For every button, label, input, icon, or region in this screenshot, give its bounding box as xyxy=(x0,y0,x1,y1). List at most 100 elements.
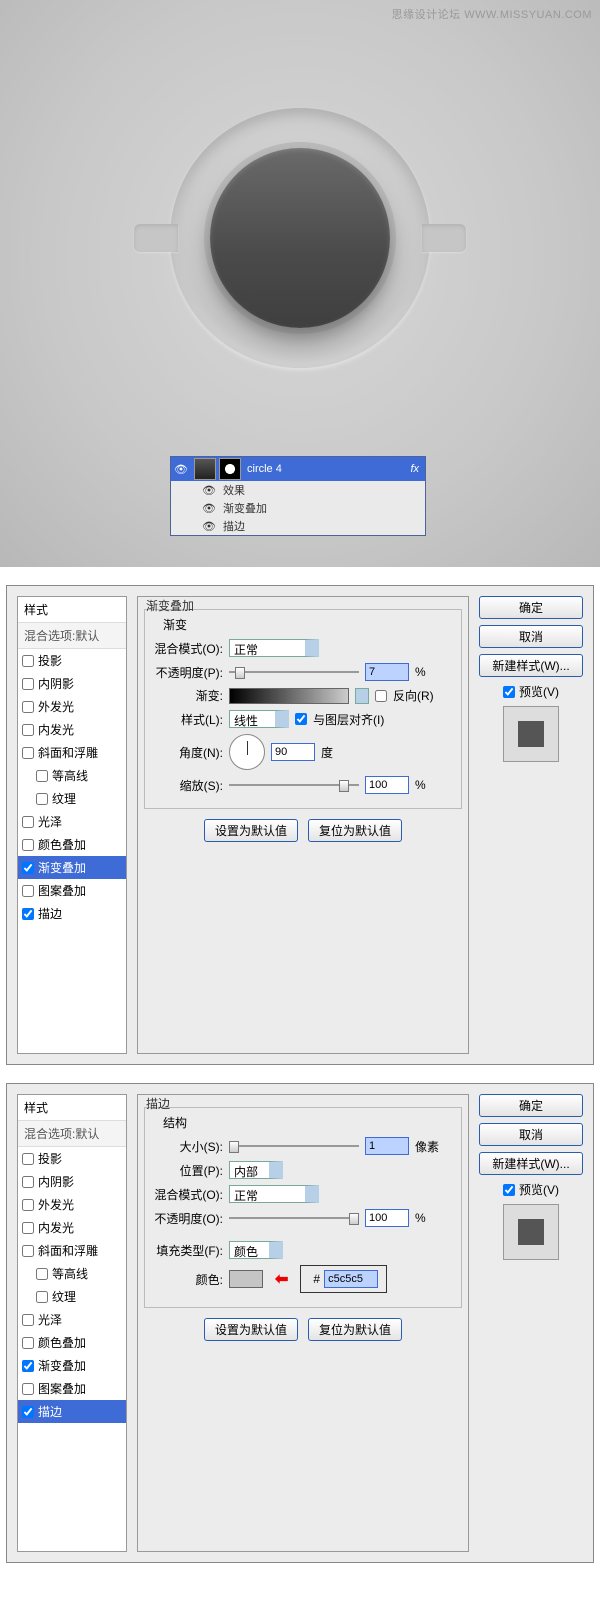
size-input[interactable] xyxy=(365,1137,409,1155)
visibility-toggle-icon[interactable]: 👁 xyxy=(171,463,191,476)
blend-mode-select[interactable]: 正常 xyxy=(229,1185,319,1203)
style-checkbox[interactable] xyxy=(22,908,34,920)
scale-input[interactable] xyxy=(365,776,409,794)
style-item-stroke[interactable]: 描边 xyxy=(18,1400,126,1423)
blend-mode-select[interactable]: 正常 xyxy=(229,639,319,657)
set-default-button[interactable]: 设置为默认值 xyxy=(204,1318,298,1341)
opacity-slider[interactable] xyxy=(229,1212,359,1224)
style-checkbox[interactable] xyxy=(22,724,34,736)
style-item-outer-glow[interactable]: 外发光 xyxy=(18,1193,126,1216)
reset-default-button[interactable]: 复位为默认值 xyxy=(308,1318,402,1341)
style-item-texture[interactable]: 纹理 xyxy=(18,787,126,810)
style-item-color-overlay[interactable]: 颜色叠加 xyxy=(18,1331,126,1354)
angle-dial[interactable] xyxy=(229,734,265,770)
style-checkbox[interactable] xyxy=(22,839,34,851)
style-item-pattern-overlay[interactable]: 图案叠加 xyxy=(18,1377,126,1400)
style-checkbox[interactable] xyxy=(22,885,34,897)
fill-type-select[interactable]: 颜色 xyxy=(229,1241,283,1259)
ok-button[interactable]: 确定 xyxy=(479,596,583,619)
style-checkbox[interactable] xyxy=(22,862,34,874)
angle-input[interactable] xyxy=(271,743,315,761)
style-checkbox[interactable] xyxy=(22,1383,34,1395)
style-item-inner-glow[interactable]: 内发光 xyxy=(18,1216,126,1239)
effect-row[interactable]: 👁 描边 xyxy=(171,517,425,535)
style-checkbox[interactable] xyxy=(22,1314,34,1326)
effects-header-row[interactable]: 👁 效果 xyxy=(171,481,425,499)
visibility-toggle-icon[interactable]: 👁 xyxy=(201,520,217,533)
styles-header[interactable]: 样式 xyxy=(18,1095,126,1121)
style-item-contour[interactable]: 等高线 xyxy=(18,764,126,787)
style-item-pattern-overlay[interactable]: 图案叠加 xyxy=(18,879,126,902)
new-style-button[interactable]: 新建样式(W)... xyxy=(479,654,583,677)
gradient-style-select[interactable]: 线性 xyxy=(229,710,289,728)
opacity-input[interactable] xyxy=(365,663,409,681)
reset-default-button[interactable]: 复位为默认值 xyxy=(308,819,402,842)
effect-row[interactable]: 👁 渐变叠加 xyxy=(171,499,425,517)
angle-label: 角度(N): xyxy=(153,744,223,761)
color-swatch[interactable] xyxy=(229,1270,263,1288)
style-checkbox[interactable] xyxy=(22,1199,34,1211)
layer-mask-thumbnail[interactable] xyxy=(219,458,241,480)
style-checkbox[interactable] xyxy=(22,816,34,828)
style-checkbox[interactable] xyxy=(22,1337,34,1349)
blend-options-header[interactable]: 混合选项:默认 xyxy=(18,623,126,649)
style-checkbox[interactable] xyxy=(22,1153,34,1165)
style-item-contour[interactable]: 等高线 xyxy=(18,1262,126,1285)
reverse-checkbox[interactable] xyxy=(375,690,387,702)
position-select[interactable]: 内部 xyxy=(229,1161,283,1179)
style-checkbox[interactable] xyxy=(22,1406,34,1418)
styles-header[interactable]: 样式 xyxy=(18,597,126,623)
style-item-drop-shadow[interactable]: 投影 xyxy=(18,649,126,672)
opacity-slider[interactable] xyxy=(229,666,359,678)
style-item-drop-shadow[interactable]: 投影 xyxy=(18,1147,126,1170)
visibility-toggle-icon[interactable]: 👁 xyxy=(201,502,217,515)
layer-row-selected[interactable]: 👁 circle 4 fx xyxy=(171,457,425,481)
fx-badge[interactable]: fx xyxy=(410,463,419,475)
style-checkbox[interactable] xyxy=(22,655,34,667)
style-checkbox[interactable] xyxy=(22,701,34,713)
style-checkbox[interactable] xyxy=(22,1176,34,1188)
cancel-button[interactable]: 取消 xyxy=(479,1123,583,1146)
style-item-bevel-emboss[interactable]: 斜面和浮雕 xyxy=(18,1239,126,1262)
style-item-gradient-overlay[interactable]: 渐变叠加 xyxy=(18,1354,126,1377)
scale-slider[interactable] xyxy=(229,779,359,791)
preview-checkbox[interactable] xyxy=(503,1184,515,1196)
style-item-stroke[interactable]: 描边 xyxy=(18,902,126,925)
style-checkbox[interactable] xyxy=(36,793,48,805)
cancel-button[interactable]: 取消 xyxy=(479,625,583,648)
style-checkbox[interactable] xyxy=(22,1222,34,1234)
blend-options-header[interactable]: 混合选项:默认 xyxy=(18,1121,126,1147)
ok-button[interactable]: 确定 xyxy=(479,1094,583,1117)
style-item-inner-shadow[interactable]: 内阴影 xyxy=(18,1170,126,1193)
gradient-dropdown-icon[interactable] xyxy=(355,688,369,704)
style-item-satin[interactable]: 光泽 xyxy=(18,810,126,833)
style-item-inner-shadow[interactable]: 内阴影 xyxy=(18,672,126,695)
style-item-color-overlay[interactable]: 颜色叠加 xyxy=(18,833,126,856)
style-item-texture[interactable]: 纹理 xyxy=(18,1285,126,1308)
style-checkbox[interactable] xyxy=(36,1268,48,1280)
style-item-outer-glow[interactable]: 外发光 xyxy=(18,695,126,718)
style-checkbox[interactable] xyxy=(36,1291,48,1303)
style-item-gradient-overlay[interactable]: 渐变叠加 xyxy=(18,856,126,879)
layer-thumbnail[interactable] xyxy=(194,458,216,480)
size-slider[interactable] xyxy=(229,1140,359,1152)
knob-tab-left xyxy=(134,224,178,252)
style-checkbox[interactable] xyxy=(36,770,48,782)
layer-name[interactable]: circle 4 xyxy=(247,463,282,475)
preview-checkbox[interactable] xyxy=(503,686,515,698)
style-checkbox[interactable] xyxy=(22,1360,34,1372)
style-checkbox[interactable] xyxy=(22,678,34,690)
gradient-swatch[interactable] xyxy=(229,688,349,704)
style-item-satin[interactable]: 光泽 xyxy=(18,1308,126,1331)
style-checkbox[interactable] xyxy=(22,1245,34,1257)
visibility-toggle-icon[interactable]: 👁 xyxy=(201,484,217,497)
hex-input[interactable] xyxy=(324,1270,378,1288)
opacity-input[interactable] xyxy=(365,1209,409,1227)
style-item-inner-glow[interactable]: 内发光 xyxy=(18,718,126,741)
new-style-button[interactable]: 新建样式(W)... xyxy=(479,1152,583,1175)
preview-swatch xyxy=(503,1204,559,1260)
style-checkbox[interactable] xyxy=(22,747,34,759)
align-checkbox[interactable] xyxy=(295,713,307,725)
style-item-bevel-emboss[interactable]: 斜面和浮雕 xyxy=(18,741,126,764)
set-default-button[interactable]: 设置为默认值 xyxy=(204,819,298,842)
